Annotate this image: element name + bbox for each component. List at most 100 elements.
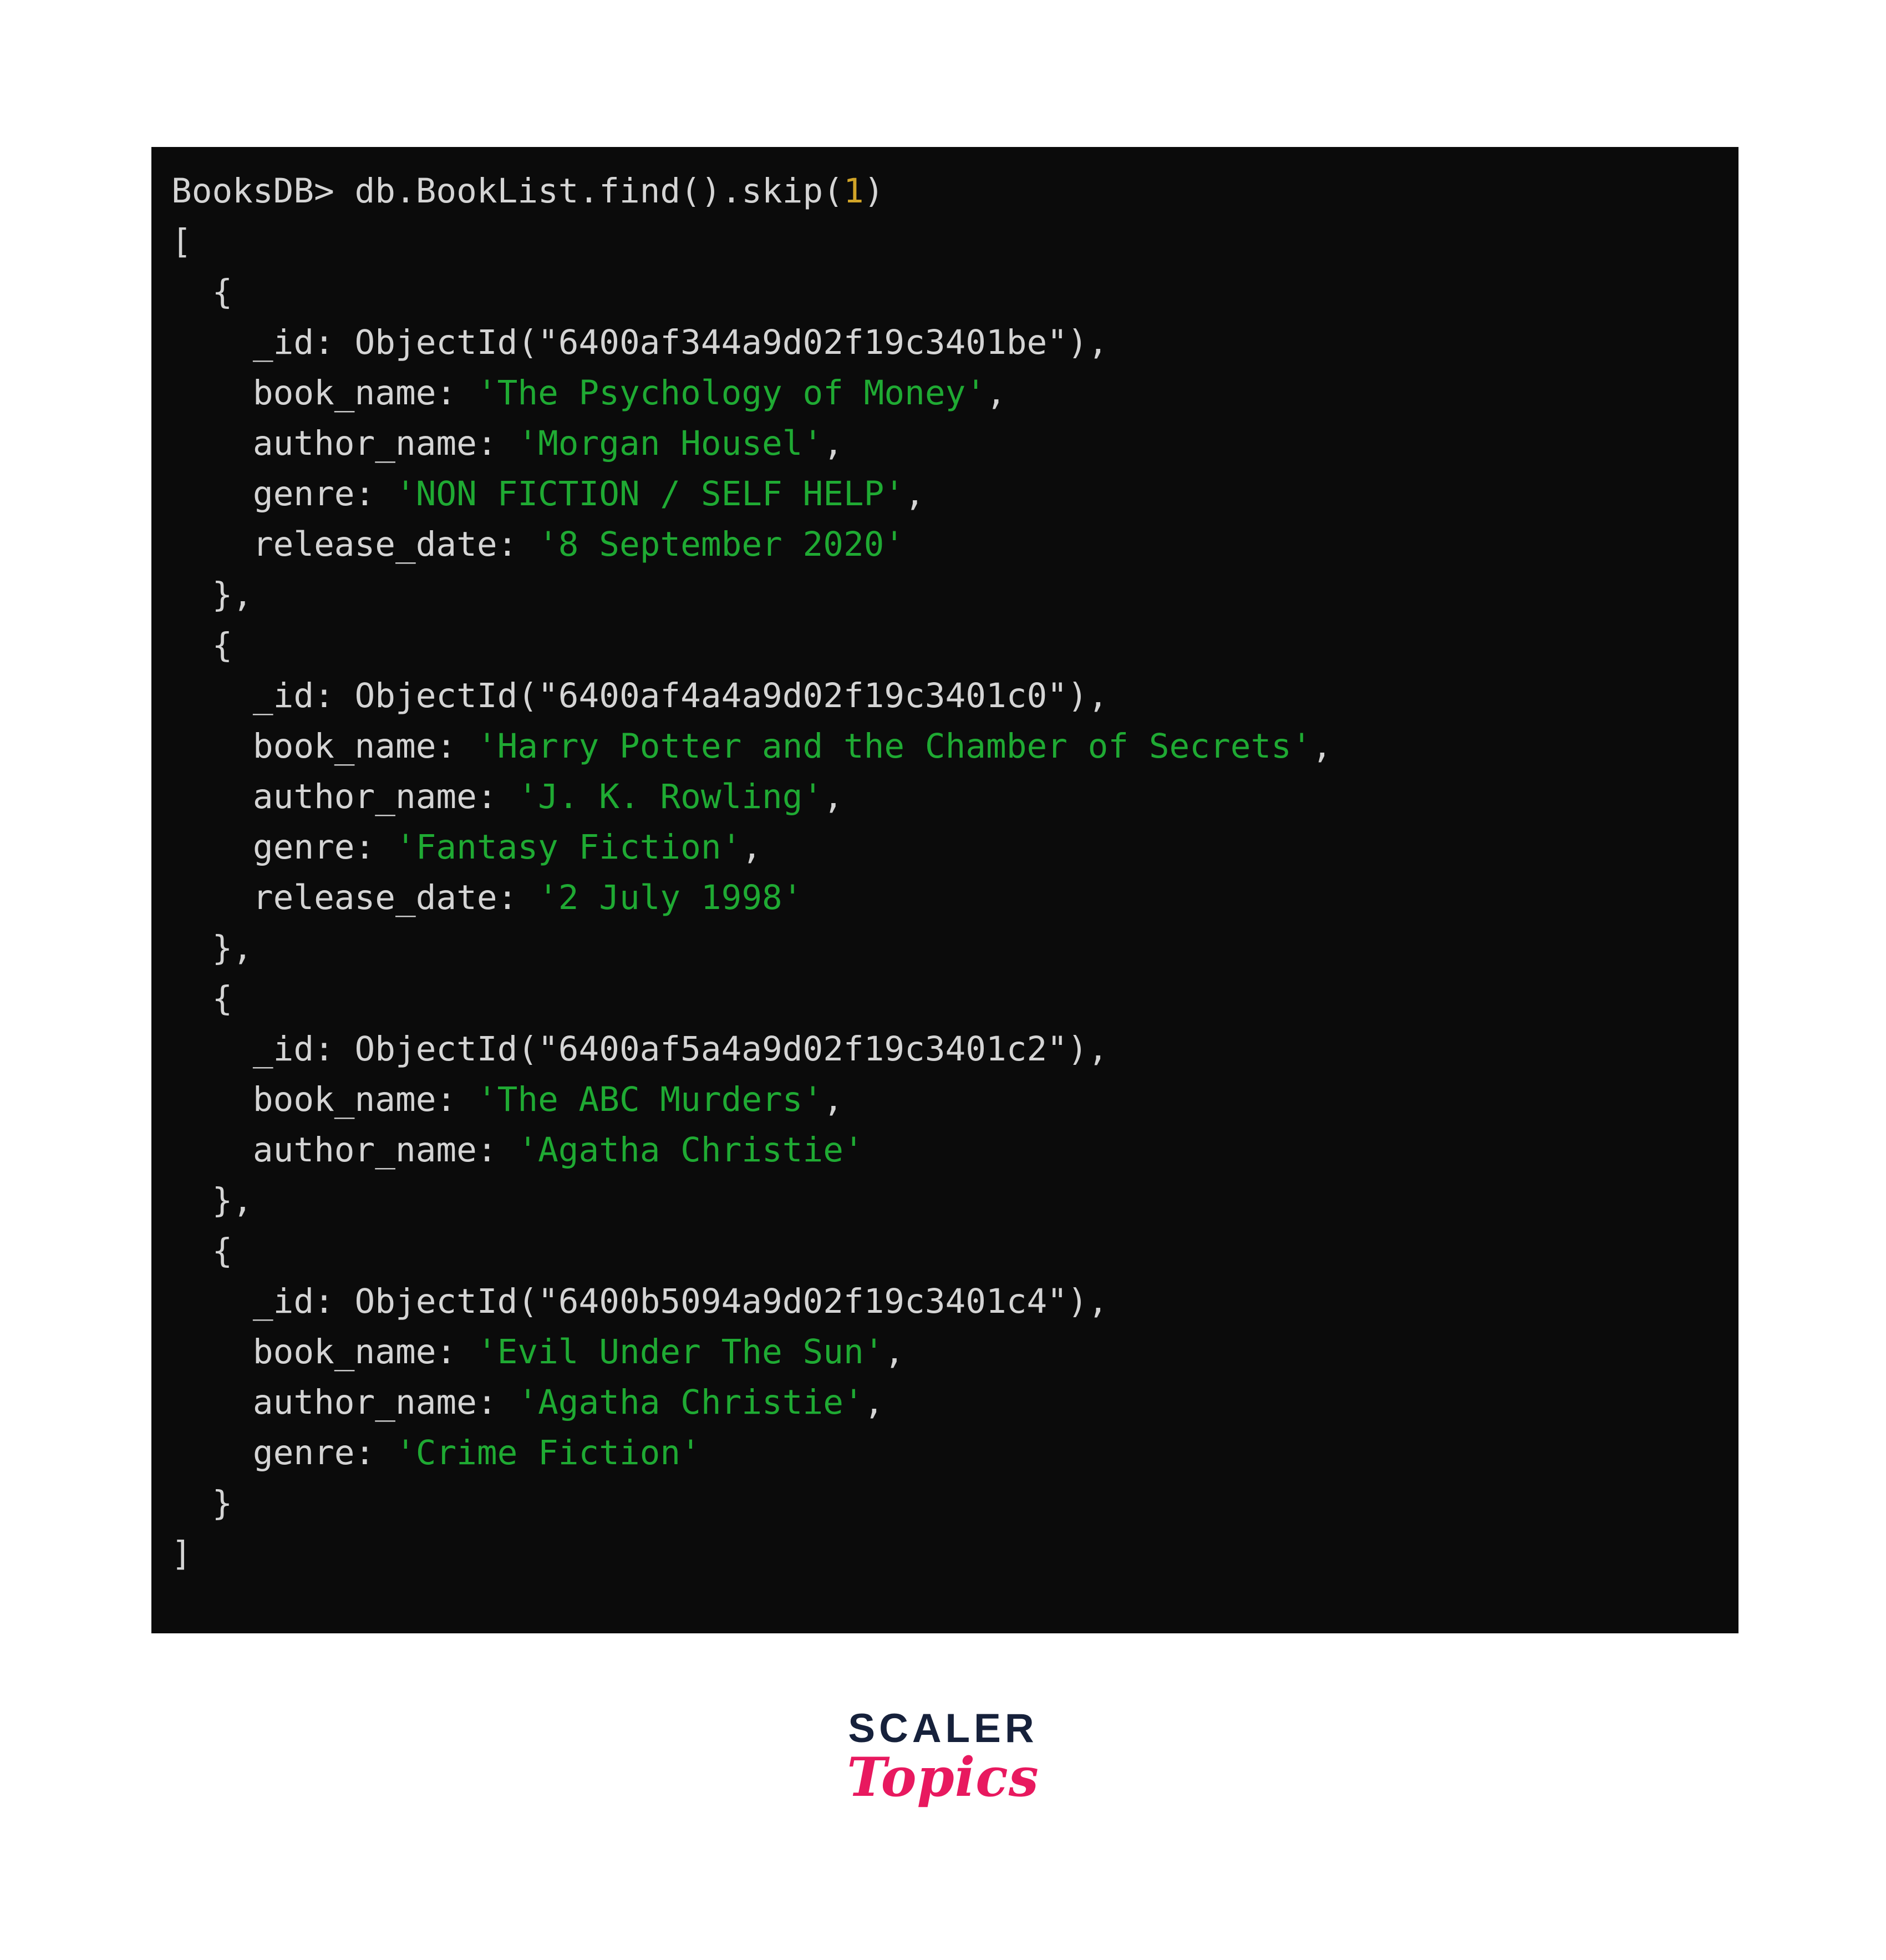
terminal-line: book_name: 'The Psychology of Money', [151,368,1738,418]
terminal-line: _id: ObjectId("6400af344a9d02f19c3401be"… [151,317,1738,368]
token-plain: , [823,777,843,816]
terminal-line: book_name: 'The ABC Murders', [151,1074,1738,1125]
token-string: '8 September 2020' [538,525,905,564]
token-plain: , [823,424,843,463]
terminal-line: author_name: 'Agatha Christie', [151,1377,1738,1428]
token-plain: author_name: [252,1130,518,1170]
token-plain: author_name: [252,777,518,816]
terminal-line: { [151,1226,1738,1276]
token-plain: _id: ObjectId("6400af4a4a9d02f19c3401c0"… [252,676,1109,715]
token-plain: _id: ObjectId("6400af5a4a9d02f19c3401c2"… [252,1029,1109,1069]
token-string: 'Agatha Christie' [517,1130,864,1170]
token-plain: book_name: [252,1332,477,1372]
token-number: 1 [843,171,864,211]
token-string: 'Agatha Christie' [517,1383,864,1422]
terminal-line: book_name: 'Harry Potter and the Chamber… [151,721,1738,771]
token-plain: release_date: [252,878,538,917]
terminal-line: }, [151,923,1738,973]
token-string: '2 July 1998' [538,878,803,917]
terminal-line: genre: 'NON FICTION / SELF HELP', [151,469,1738,519]
token-plain: { [212,272,233,312]
token-plain: release_date: [252,525,538,564]
token-plain: BooksDB> db.BookList.find().skip( [171,171,843,211]
token-plain: genre: [252,827,395,867]
token-plain: }, [212,575,253,615]
terminal-line: [ [151,216,1738,267]
token-plain: author_name: [252,1383,518,1422]
terminal-line: author_name: 'Morgan Housel', [151,418,1738,469]
token-plain: , [904,474,925,514]
terminal-window[interactable]: BooksDB> db.BookList.find().skip(1) [ { _… [151,147,1738,1633]
terminal-line: author_name: 'J. K. Rowling', [151,771,1738,822]
token-plain: , [741,827,762,867]
token-plain: , [823,1080,843,1119]
token-plain: } [212,1484,233,1523]
token-plain: book_name: [252,373,477,413]
token-plain: ] [171,1534,192,1573]
logo-topics-text: Topics [847,1746,1039,1809]
token-plain: , [863,1383,884,1422]
terminal-line: }, [151,570,1738,620]
terminal-line: release_date: '8 September 2020' [151,519,1738,570]
token-string: 'NON FICTION / SELF HELP' [395,474,905,514]
scaler-topics-logo: SCALER Topics [0,1708,1886,1806]
token-string: 'The Psychology of Money' [476,373,987,413]
token-string: 'Harry Potter and the Chamber of Secrets… [476,727,1312,766]
terminal-line: _id: ObjectId("6400af4a4a9d02f19c3401c0"… [151,671,1738,721]
token-string: 'Evil Under The Sun' [476,1332,884,1372]
terminal-line: { [151,267,1738,317]
terminal-line: _id: ObjectId("6400b5094a9d02f19c3401c4"… [151,1276,1738,1327]
token-plain: , [986,373,1006,413]
terminal-line: author_name: 'Agatha Christie' [151,1125,1738,1175]
logo-scaler-text: SCALER [848,1706,1038,1751]
token-string: 'Morgan Housel' [517,424,823,463]
terminal-line: BooksDB> db.BookList.find().skip(1) [151,166,1738,216]
terminal-line: genre: 'Fantasy Fiction', [151,822,1738,872]
token-string: 'Fantasy Fiction' [395,827,742,867]
terminal-line: genre: 'Crime Fiction' [151,1428,1738,1478]
token-string: 'J. K. Rowling' [517,777,823,816]
token-plain: book_name: [252,1080,477,1119]
token-plain: , [884,1332,905,1372]
terminal-line: ] [151,1529,1738,1579]
token-plain: [ [171,222,192,261]
token-plain: , [1311,727,1333,766]
token-plain: _id: ObjectId("6400af344a9d02f19c3401be"… [252,323,1109,362]
token-plain: { [212,1231,233,1271]
token-plain: author_name: [252,424,518,463]
token-string: 'Crime Fiction' [395,1433,701,1472]
terminal-output: BooksDB> db.BookList.find().skip(1) [ { _… [151,166,1738,1579]
terminal-line: } [151,1478,1738,1529]
token-plain: }, [212,928,253,968]
terminal-line: release_date: '2 July 1998' [151,872,1738,923]
token-plain: book_name: [252,727,477,766]
token-plain: ) [863,171,884,211]
terminal-line: }, [151,1175,1738,1226]
terminal-line: { [151,620,1738,671]
token-plain: _id: ObjectId("6400b5094a9d02f19c3401c4"… [252,1282,1109,1321]
